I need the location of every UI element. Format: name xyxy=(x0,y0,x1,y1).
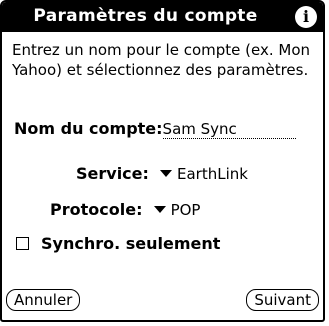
sync-only-row[interactable]: Synchro. seulement xyxy=(16,234,220,256)
account-name-row: Nom du compte:Sam Sync xyxy=(14,119,314,141)
protocol-picker[interactable]: POP xyxy=(148,201,201,219)
sync-only-label: Synchro. seulement xyxy=(41,234,221,253)
service-label: Service: xyxy=(76,164,149,183)
cancel-button[interactable]: Annuler xyxy=(6,289,81,311)
account-settings-dialog: Paramètres du compte i Entrez un nom pou… xyxy=(0,0,325,322)
protocol-label: Protocole: xyxy=(50,200,143,219)
dialog-title: Paramètres du compte xyxy=(33,6,258,26)
protocol-selected: POP xyxy=(170,201,201,219)
account-name-label: Nom du compte: xyxy=(14,119,163,138)
dropdown-arrow-icon xyxy=(160,170,173,177)
title-bar: Paramètres du compte i xyxy=(2,2,323,32)
next-button[interactable]: Suivant xyxy=(246,289,319,311)
service-picker[interactable]: EarthLink xyxy=(154,165,248,183)
account-name-field[interactable]: Sam Sync xyxy=(162,120,296,139)
info-icon[interactable]: i xyxy=(295,6,317,28)
service-selected: EarthLink xyxy=(177,165,248,183)
sync-only-checkbox[interactable] xyxy=(16,236,29,250)
dropdown-arrow-icon xyxy=(153,206,166,213)
protocol-row: Protocole: POP xyxy=(50,200,200,222)
instructions-text: Entrez un nom pour le compte (ex. Mon Ya… xyxy=(12,41,311,79)
service-row: Service: EarthLink xyxy=(76,164,248,186)
